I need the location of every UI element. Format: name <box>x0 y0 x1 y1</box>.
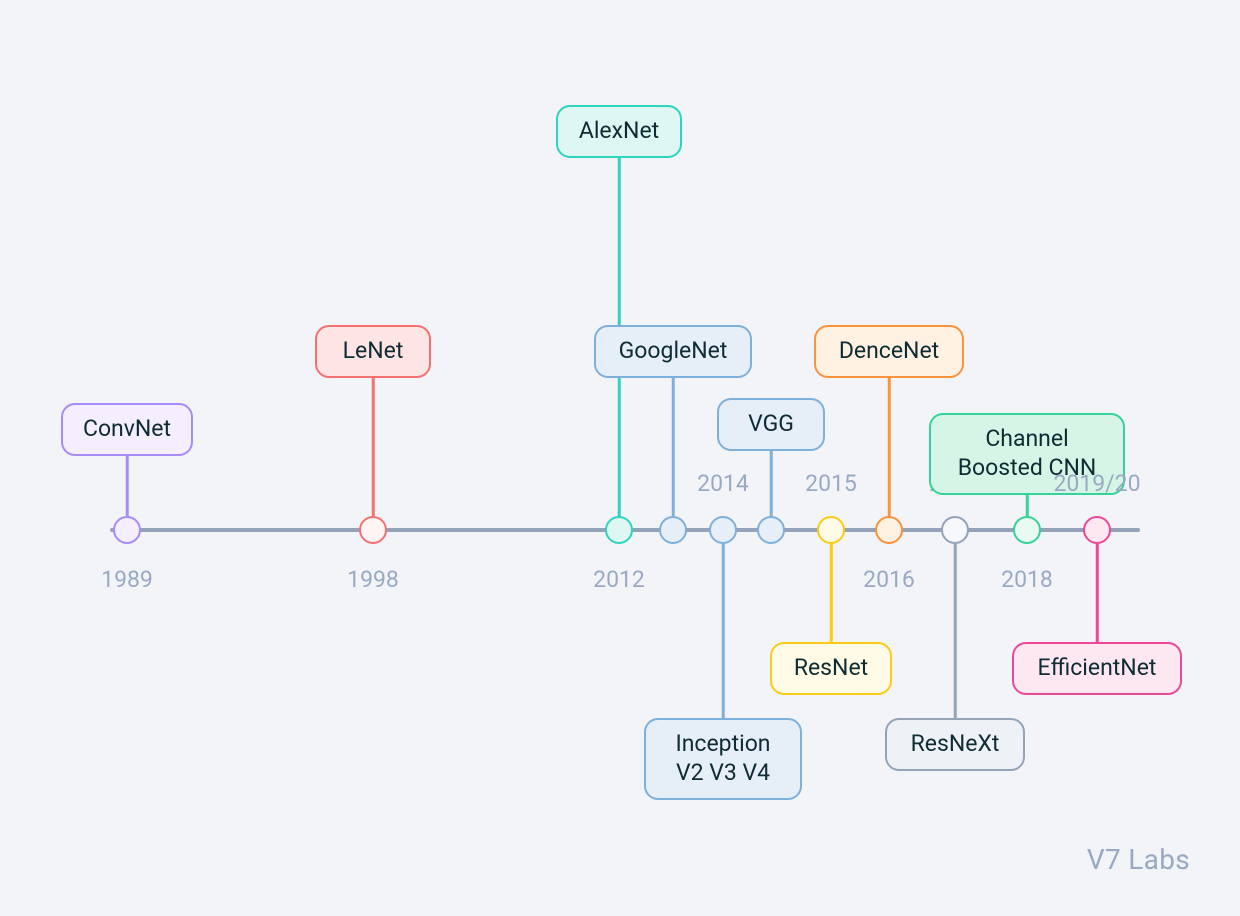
timeline-stem-vgg <box>770 451 773 516</box>
timeline-card-vgg: VGG <box>717 398 825 451</box>
timeline-stem-resnet <box>830 544 833 642</box>
timeline-year-inception: 2014 <box>697 470 749 497</box>
timeline-node-cbcnn <box>1013 516 1041 544</box>
timeline-stem-googlenet <box>672 378 675 516</box>
attribution-label: V7 Labs <box>1087 843 1190 876</box>
timeline-stem-cbcnn <box>1026 495 1029 517</box>
timeline-dot-icon <box>605 516 633 544</box>
timeline-dot-icon <box>709 516 737 544</box>
timeline-node-dencenet <box>875 516 903 544</box>
timeline-card-googlenet: GoogleNet <box>594 325 752 378</box>
timeline-dot-icon <box>941 516 969 544</box>
timeline-dot-icon <box>875 516 903 544</box>
timeline-dot-icon <box>1013 516 1041 544</box>
timeline-dot-icon <box>1083 516 1111 544</box>
timeline-dot-icon <box>659 516 687 544</box>
timeline-card-resnet: ResNet <box>770 642 892 695</box>
timeline-node-inception <box>709 516 737 544</box>
timeline-node-alexnet <box>605 516 633 544</box>
timeline-stem-convnet <box>126 456 129 516</box>
timeline-dot-icon <box>757 516 785 544</box>
timeline-card-dencenet: DenceNet <box>814 325 964 378</box>
timeline-card-inception: InceptionV2 V3 V4 <box>644 718 802 800</box>
timeline-node-effnet <box>1083 516 1111 544</box>
timeline-year-lenet: 1998 <box>347 566 399 593</box>
timeline-stem-effnet <box>1096 544 1099 642</box>
timeline-year-cbcnn: 2018 <box>1001 566 1053 593</box>
timeline-card-resnext: ResNeXt <box>885 718 1025 771</box>
timeline-year-alexnet: 2012 <box>593 566 645 593</box>
timeline-year-resnet: 2015 <box>805 470 857 497</box>
timeline-node-resnet <box>817 516 845 544</box>
timeline-dot-icon <box>113 516 141 544</box>
timeline-node-googlenet <box>659 516 687 544</box>
timeline-node-vgg <box>757 516 785 544</box>
timeline-node-resnext <box>941 516 969 544</box>
timeline-dot-icon <box>359 516 387 544</box>
timeline-year-dencenet: 2016 <box>863 566 915 593</box>
timeline-card-effnet: EfficientNet <box>1012 642 1182 695</box>
timeline-card-lenet: LeNet <box>315 325 431 378</box>
timeline-dot-icon <box>817 516 845 544</box>
timeline-stem-resnext <box>954 544 957 718</box>
timeline-node-lenet <box>359 516 387 544</box>
timeline-card-alexnet: AlexNet <box>556 105 682 158</box>
timeline-stem-lenet <box>372 378 375 516</box>
timeline-card-convnet: ConvNet <box>61 403 193 456</box>
timeline-node-convnet <box>113 516 141 544</box>
timeline-year-convnet: 1989 <box>101 566 153 593</box>
timeline-year-effnet: 2019/20 <box>1053 470 1140 497</box>
timeline-stem-dencenet <box>888 378 891 516</box>
timeline-stem-inception <box>722 544 725 718</box>
timeline-diagram: ConvNet 1989 LeNet 1998 AlexNet 2012 GoogleNet… <box>0 0 1240 916</box>
